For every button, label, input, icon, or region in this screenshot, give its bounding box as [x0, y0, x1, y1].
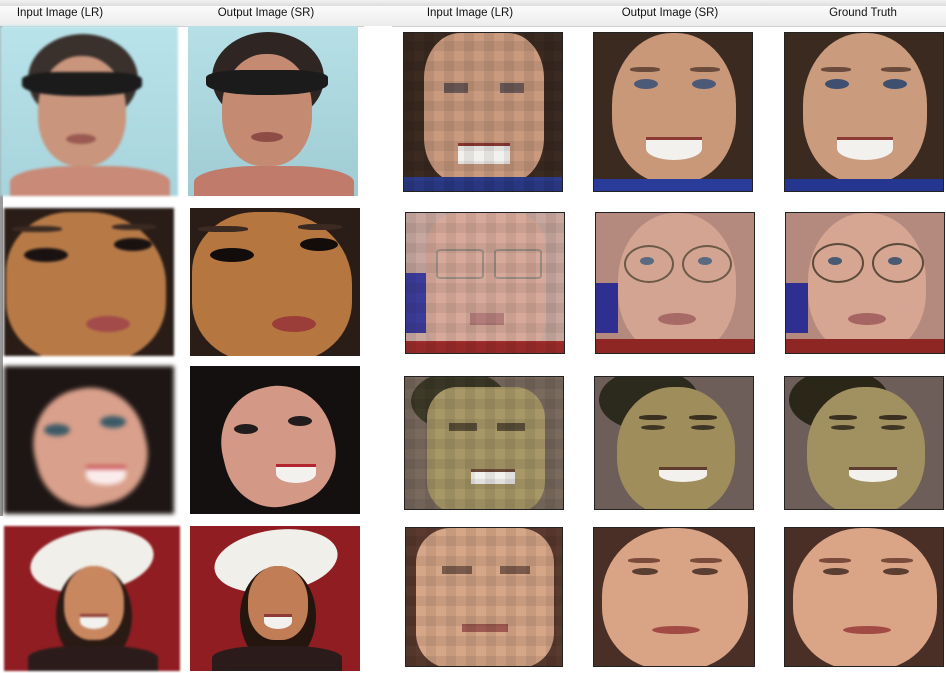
sr-image-woman-white-hat — [190, 526, 360, 671]
header-input-lr-right: Input Image (LR) — [426, 7, 514, 19]
lr-image-man-smiling — [404, 376, 564, 510]
header-input-lr-left: Input Image (LR) — [16, 7, 104, 19]
header-output-sr-left: Output Image (SR) — [217, 7, 315, 19]
ground-truth-man-glasses — [785, 212, 945, 354]
sr-image-girl-smiling — [190, 366, 360, 514]
ground-truth-man-smiling — [784, 376, 944, 510]
lr-image-man-frowning — [405, 527, 563, 667]
lr-image-girl-smiling — [4, 366, 174, 514]
lr-image-man-glasses — [405, 212, 565, 354]
sr-image-woman-makeup — [190, 208, 360, 356]
group-separator — [364, 26, 392, 673]
sr-image-man-smiling — [594, 376, 754, 510]
lr-image-woman-white-hat — [4, 526, 180, 671]
sr-image-man-frowning — [593, 527, 755, 667]
lr-image-woman-makeup — [4, 208, 174, 356]
header-ground-truth: Ground Truth — [829, 7, 897, 19]
ground-truth-man-frowning — [784, 527, 944, 667]
header-output-sr-right: Output Image (SR) — [621, 7, 719, 19]
sr-image-man-glasses — [595, 212, 755, 354]
lr-image-smiling-woman — [403, 32, 563, 192]
sr-image-smiling-woman — [593, 32, 753, 192]
sr-image-woman-sunglasses — [188, 26, 358, 196]
lr-image-woman-sunglasses — [0, 26, 178, 196]
ground-truth-smiling-woman — [784, 32, 944, 192]
column-header-row: Input Image (LR) Output Image (SR) Input… — [0, 6, 946, 27]
